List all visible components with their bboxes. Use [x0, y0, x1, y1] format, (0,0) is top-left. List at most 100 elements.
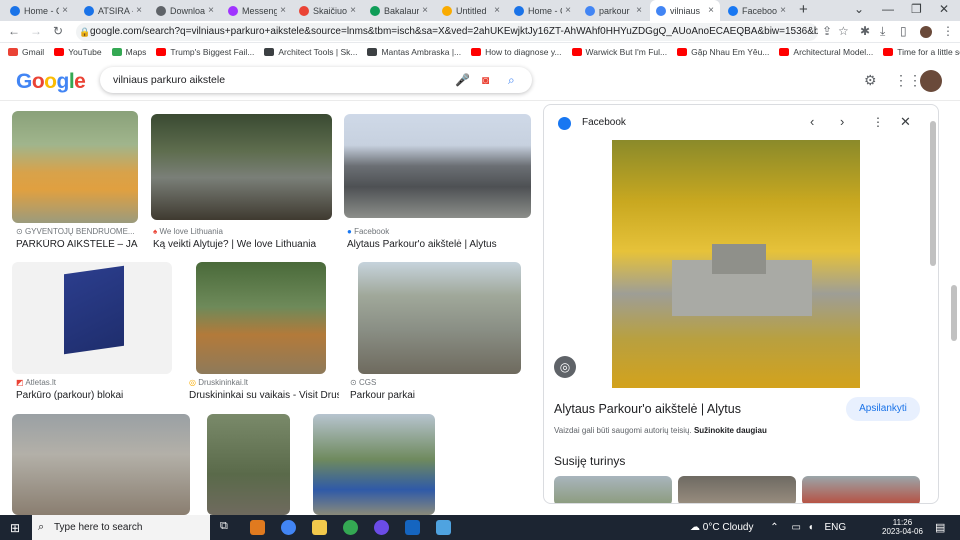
result-source[interactable]: ◩ Atletas.lt [16, 378, 172, 387]
settings-icon[interactable]: ⚙ [864, 72, 877, 89]
bookmark-item[interactable]: Architect Tools | Sk... [264, 47, 357, 57]
page-scrollbar[interactable] [951, 285, 957, 341]
windows-start-icon[interactable]: ⊞ [10, 521, 20, 535]
tab-close-icon[interactable]: × [565, 5, 571, 16]
taskbar-search-input[interactable]: Type here to search [54, 522, 142, 533]
panel-source[interactable]: Facebook [582, 117, 626, 128]
result-image[interactable] [207, 414, 290, 515]
reload-icon[interactable]: ↻ [53, 24, 63, 38]
tab-close-icon[interactable]: × [208, 5, 214, 16]
tab-close-icon[interactable]: × [422, 5, 428, 16]
clock[interactable]: 11:26 2023-04-06 [882, 518, 923, 536]
tab-close-icon[interactable]: × [136, 5, 142, 16]
result-title[interactable]: PARKŪRO AIKŠTELĖ – JAU... [16, 239, 138, 250]
bookmark-star-icon[interactable]: ☆ [838, 24, 849, 38]
tab-item[interactable]: Untitled × [436, 0, 506, 21]
chevron-up-icon[interactable]: ⌃ [770, 522, 778, 533]
result-image[interactable] [12, 262, 172, 374]
result-image[interactable] [313, 414, 435, 515]
app-icon[interactable] [250, 520, 265, 535]
bookmark-item[interactable]: Gmail [8, 47, 44, 57]
result-source[interactable]: ● Facebook [347, 227, 529, 236]
language-indicator[interactable]: ENG [825, 522, 847, 533]
weather-text[interactable]: 0°C Cloudy [703, 522, 754, 533]
minimize-icon[interactable]: — [882, 2, 894, 16]
app-icon[interactable] [436, 520, 451, 535]
result-source[interactable]: ⊙ GYVENTOJŲ BENDRUOME... [16, 227, 138, 236]
bookmark-item[interactable]: Architectural Model... [779, 47, 873, 57]
app-icon[interactable] [374, 520, 389, 535]
avatar[interactable] [920, 70, 942, 92]
tab-close-icon[interactable]: × [708, 5, 714, 16]
bookmark-item[interactable]: Time for a little son... [883, 47, 960, 57]
result-title[interactable]: Ką veikti Alytuje? | We love Lithuania [153, 239, 331, 250]
result-title[interactable]: Parkūro (parkour) blokai [16, 390, 172, 401]
whatsapp-icon[interactable] [343, 520, 358, 535]
more-options-icon[interactable]: ⋮ [872, 115, 884, 129]
network-icon[interactable]: ▭ [791, 522, 800, 533]
close-window-icon[interactable]: ✕ [939, 2, 949, 16]
apps-icon[interactable]: ⋮⋮ [894, 72, 922, 89]
tab-item[interactable]: Bakalaur × [364, 0, 434, 21]
related-thumbnail[interactable] [554, 476, 672, 503]
result-image[interactable] [12, 111, 138, 223]
visit-button[interactable]: Apsilankyti [846, 397, 920, 421]
result-image[interactable] [151, 114, 332, 220]
tab-item[interactable]: Home - C× [4, 0, 74, 21]
bookmark-item[interactable]: YouTube [54, 47, 102, 57]
result-title[interactable]: Alytaus Parkour'o aikštelė | Alytus [347, 239, 529, 250]
maximize-icon[interactable]: ❐ [911, 2, 922, 16]
app-icon[interactable] [405, 520, 420, 535]
tab-close-icon[interactable]: × [636, 5, 642, 16]
tab-close-icon[interactable]: × [780, 5, 786, 16]
address-bar[interactable]: 🔒 google.com/search?q=vilniaus+parkuro+a… [76, 23, 818, 41]
side-panel-icon[interactable]: ▯ [900, 24, 907, 38]
result-image[interactable] [12, 414, 190, 515]
result-source[interactable]: ♠ We love Lithuania [153, 227, 331, 236]
bookmark-item[interactable]: Mantas Ambraska |... [367, 47, 461, 57]
related-thumbnail[interactable] [678, 476, 796, 503]
tab-item[interactable]: Home - C× [508, 0, 577, 21]
close-icon[interactable]: ✕ [900, 114, 911, 130]
search-box[interactable]: vilniaus parkuro aikstele 🎤 ◙ ⌕ [100, 67, 532, 93]
result-source[interactable]: ⊙ CGS [350, 378, 520, 387]
tab-item[interactable]: Skaičiuok× [293, 0, 362, 21]
bookmark-item[interactable]: Maps [111, 47, 146, 57]
bookmark-item[interactable]: How to diagnose y... [471, 47, 562, 57]
tab-item[interactable]: ATSIRA - × [78, 0, 148, 21]
related-thumbnail[interactable] [802, 476, 920, 503]
download-icon[interactable]: ⤓ [880, 24, 885, 39]
result-title[interactable]: Parkour parkai [350, 390, 520, 401]
tab-close-icon[interactable]: × [350, 5, 356, 16]
camera-search-icon[interactable]: ◙ [482, 67, 489, 93]
back-icon[interactable]: ← [8, 24, 20, 38]
tab-item[interactable]: Downloa × [150, 0, 220, 21]
bookmark-item[interactable]: Gặp Nhau Em Yêu... [677, 47, 769, 57]
tab-item[interactable]: Facebook× [722, 0, 792, 21]
tab-item[interactable]: Messeng × [222, 0, 292, 21]
search-icon[interactable]: ⌕ [508, 67, 515, 93]
previous-icon[interactable]: ‹ [810, 114, 814, 129]
tab-close-icon[interactable]: × [62, 5, 68, 16]
tab-item[interactable]: vilniaus × [650, 0, 720, 21]
bookmark-item[interactable]: Trump's Biggest Fail... [156, 47, 254, 57]
google-logo[interactable]: Google [16, 70, 86, 94]
result-title[interactable]: Druskininkai su vaikais - Visit Drus... [189, 390, 339, 401]
result-image[interactable] [344, 114, 531, 218]
panel-scrollbar[interactable] [930, 121, 936, 266]
microphone-icon[interactable]: 🎤 [455, 67, 470, 93]
lens-icon[interactable]: ◎ [554, 356, 576, 378]
result-image[interactable] [358, 262, 521, 374]
tab-item[interactable]: parkour × [579, 0, 648, 21]
forward-icon[interactable]: → [30, 24, 42, 38]
extensions-icon[interactable]: ✱ [860, 24, 870, 38]
search-input[interactable]: vilniaus parkuro aikstele [113, 74, 225, 86]
taskbar-search[interactable]: ⌕ Type here to search [32, 515, 210, 540]
preview-image[interactable] [612, 140, 860, 388]
result-source[interactable]: ◎ Druskininkai.lt [189, 378, 339, 387]
new-tab-button[interactable]: + [799, 1, 808, 18]
task-view-icon[interactable]: ⧉ [220, 520, 228, 533]
bookmark-item[interactable]: Warwick But I'm Ful... [571, 47, 667, 57]
tab-close-icon[interactable]: × [280, 5, 286, 16]
learn-more-link[interactable]: Sužinokite daugiau [694, 426, 767, 435]
